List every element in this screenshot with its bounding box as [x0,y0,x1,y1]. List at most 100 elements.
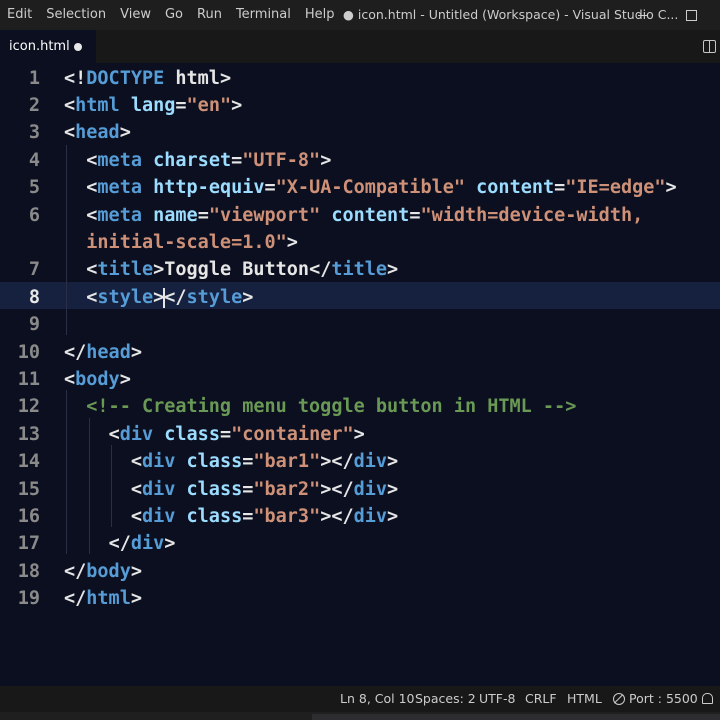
token-punct: > [164,533,176,555]
token-punct: ></ [320,451,354,473]
status-bar: Ln 8, Col 10 Spaces: 2 UTF-8 CRLF HTML P… [0,686,720,712]
code-text: initial-scale=1.0"> [64,229,298,256]
code-text: <meta name="viewport" content="width=dev… [64,202,643,229]
token-punct: > [130,341,142,363]
port-icon [613,693,625,705]
live-server-port[interactable]: Port : 5500 [613,686,698,712]
language-mode[interactable]: HTML [567,686,602,712]
indentation-setting[interactable]: Spaces: 2 [415,686,476,712]
token-punct: </ [64,588,87,610]
notification-bell-icon [702,693,713,704]
token-punct: < [64,122,76,144]
line-number: 6 [28,204,40,226]
token-text: Toggle Button [164,259,310,281]
menu-edit[interactable]: Edit [0,0,39,30]
token-str: "container" [231,423,354,445]
line-number: 8 [28,286,40,308]
minimize-button[interactable] [620,0,666,30]
token-punct: = [409,204,421,226]
menu-view[interactable]: View [113,0,158,30]
menu-run[interactable]: Run [190,0,229,30]
token-punct: < [86,204,98,226]
token-tag: title [97,259,154,281]
token-punct: </ [309,259,332,281]
tab-icon-html[interactable]: icon.html [0,30,96,63]
token-attr: class [186,478,243,500]
line-number: 16 [17,505,40,527]
token-tag: body [75,368,120,390]
token-tag: div [130,533,165,555]
token-attr: http-equiv [153,177,265,199]
maximize-button[interactable] [668,0,714,30]
token-punct: = [264,177,276,199]
minimize-icon [638,14,648,16]
token-punct: > [219,67,232,89]
token-punct: > [231,94,243,116]
line-number: 5 [28,177,40,199]
token-punct: > [119,122,131,144]
line-number: 13 [17,423,40,445]
code-text: </head> [64,339,142,366]
token-attr: class [186,451,243,473]
token-tag: head [75,122,120,144]
split-editor-icon[interactable] [703,40,716,53]
token-attr: class [186,505,243,527]
port-label: Port : 5500 [629,691,698,706]
code-text: <body> [64,366,131,393]
token-text: html [164,67,220,89]
token-punct: </ [164,286,187,308]
menu-go[interactable]: Go [158,0,190,30]
token-punct: = [242,451,254,473]
code-text: <!-- Creating menu toggle button in HTML… [64,393,576,420]
line-number: 10 [17,341,40,363]
encoding-setting[interactable]: UTF-8 [479,686,515,712]
code-editor[interactable]: 1 <!DOCTYPE html> 2 <html lang="en"> 3 <head>… [0,63,720,686]
token-punct: > [242,286,254,308]
code-text: <div class="bar1"></div> [64,448,398,475]
code-text: <html lang="en"> [64,92,242,119]
code-text: <!DOCTYPE html> [64,65,231,92]
unsaved-dot-icon[interactable] [74,43,82,51]
line-number: 4 [28,149,40,171]
token-punct: < [130,478,142,500]
line-number: 17 [17,533,40,555]
cursor-position[interactable]: Ln 8, Col 10 [340,686,415,712]
menu-help[interactable]: Help [298,0,342,30]
code-text: </div> [64,530,176,557]
notifications-button[interactable] [702,686,713,712]
token-tag: meta [97,177,142,199]
line-number: 19 [17,588,40,610]
token-punct: > [665,177,677,199]
menu-selection[interactable]: Selection [39,0,113,30]
token-tag: div [353,451,388,473]
menu-terminal[interactable]: Terminal [229,0,298,30]
token-punct: < [86,177,98,199]
token-punct: < [64,94,76,116]
token-punct: </ [64,341,87,363]
token-attr: lang [130,94,176,116]
code-text: <div class="container"> [64,421,365,448]
token-punct: < [86,149,98,171]
tab-label: icon.html [9,39,70,54]
token-punct: < [86,259,98,281]
line-number: 2 [28,94,40,116]
token-kw: DOCTYPE [86,67,165,89]
token-punct: > [387,478,399,500]
token-str: "en" [186,94,232,116]
token-punct: = [219,423,232,445]
token-tag: html [86,588,131,610]
token-str: initial-scale=1.0" [86,231,287,253]
eol-setting[interactable]: CRLF [525,686,557,712]
token-punct: < [130,451,142,473]
